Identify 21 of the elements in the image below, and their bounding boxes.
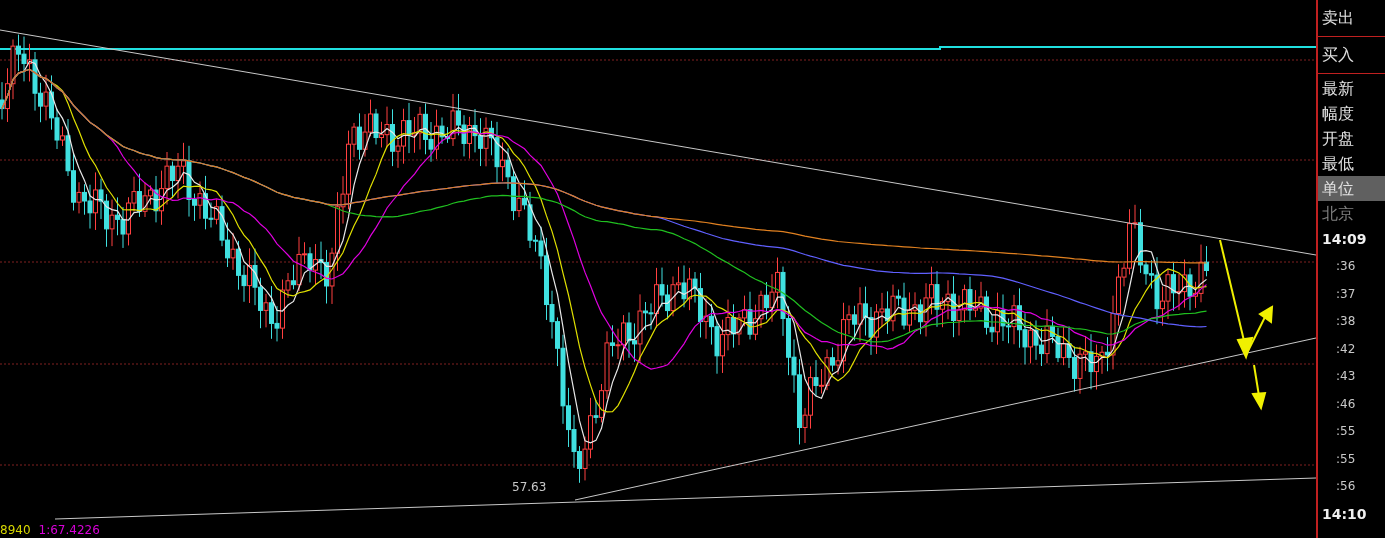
panel-item[interactable]: 开盘	[1318, 126, 1385, 151]
panel-item[interactable]: 幅度	[1318, 101, 1385, 126]
time-label: :38	[1335, 313, 1357, 330]
time-label: :55	[1335, 450, 1357, 468]
time-label: :36	[1335, 258, 1357, 275]
panel-item[interactable]: 北京	[1318, 201, 1385, 226]
price-label: 57.63	[512, 480, 547, 494]
panel-item[interactable]: 最新	[1318, 76, 1385, 101]
indicator-value: 8940	[0, 522, 31, 538]
time-label: 14:10	[1321, 504, 1368, 524]
time-label: :43	[1335, 368, 1357, 385]
time-label: :55	[1335, 423, 1357, 440]
time-label: :46	[1335, 395, 1357, 413]
time-label: :37	[1335, 285, 1357, 303]
arrow	[1251, 364, 1267, 411]
time-label: :42	[1335, 340, 1357, 358]
time-label: :56	[1335, 478, 1357, 495]
indicator-value: 1:67.4226	[38, 522, 100, 538]
panel-item[interactable]: 单位	[1318, 176, 1385, 201]
panel-item[interactable]: 最低	[1318, 151, 1385, 176]
time-label: 14:09	[1321, 230, 1368, 249]
